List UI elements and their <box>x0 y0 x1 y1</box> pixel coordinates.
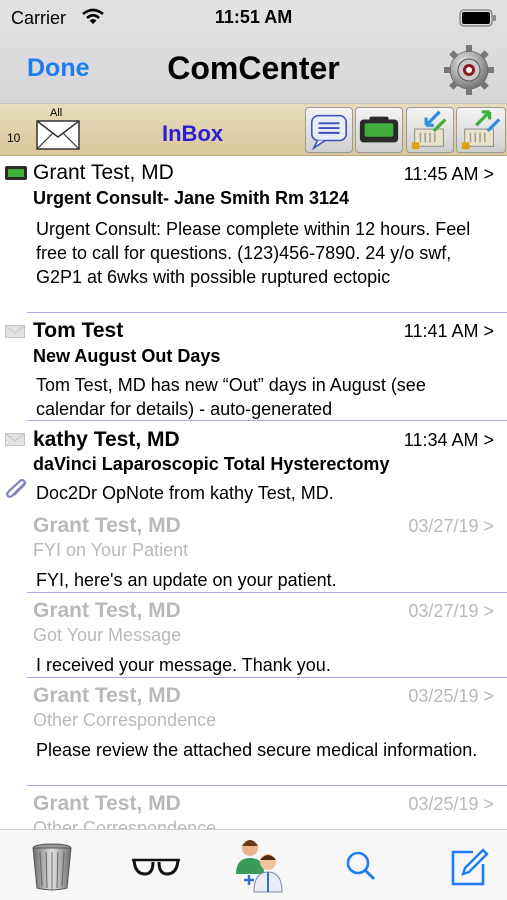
list-item[interactable]: Grant Test, MD 03/25/19 > Other Correspo… <box>0 787 507 829</box>
page-title: ComCenter <box>167 50 340 86</box>
pager-icon <box>359 116 399 143</box>
pager-button[interactable] <box>355 107 403 153</box>
message-time: 11:41 AM > <box>403 321 494 341</box>
folder-toolbar: 10 All InBox <box>0 104 507 156</box>
message-sender: Grant Test, MD <box>33 792 181 815</box>
glasses-icon <box>132 858 180 876</box>
incoming-transfer-icon <box>411 110 447 150</box>
message-preview: FYI, here's an update on your patient. <box>36 570 337 590</box>
message-count: 10 <box>7 131 21 145</box>
message-time: 03/27/19 > <box>408 601 494 621</box>
message-time: 11:34 AM > <box>403 430 494 450</box>
message-subject: FYI on Your Patient <box>33 540 189 560</box>
message-preview: Urgent Consult: Please complete within 1… <box>36 219 471 287</box>
compose-button[interactable] <box>449 842 489 892</box>
compose-icon <box>451 848 489 886</box>
outgoing-transfer-icon <box>461 110 501 150</box>
message-subject: daVinci Laparoscopic Total Hysterectomy <box>33 454 390 474</box>
message-sender: Grant Test, MD <box>33 684 181 707</box>
message-preview: Doc2Dr OpNote from kathy Test, MD. <box>36 483 334 503</box>
message-subject: New August Out Days <box>33 346 221 366</box>
divider <box>27 677 507 678</box>
message-list: Grant Test, MD 11:45 AM > Urgent Consult… <box>0 157 507 829</box>
doctors-icon <box>236 840 283 893</box>
battery-icon <box>459 9 496 27</box>
message-subject: Other Correspondence <box>33 710 217 730</box>
message-sender: Grant Test, MD <box>33 161 174 184</box>
message-bubble-icon <box>311 114 347 151</box>
message-subject: Other Correspondence <box>33 818 217 829</box>
top-bar: Carrier 11:51 AM Done ComCenter <box>0 0 507 104</box>
status-bar: Carrier 11:51 AM <box>0 0 507 36</box>
message-preview: I received your message. Thank you. <box>36 655 331 675</box>
list-item[interactable]: Grant Test, MD 03/27/19 > Got Your Messa… <box>0 594 507 679</box>
message-sender: Grant Test, MD <box>33 514 181 537</box>
list-item[interactable]: Tom Test 11:41 AM > New August Out Days … <box>0 313 507 421</box>
glasses-button[interactable] <box>130 842 182 892</box>
message-preview: Please review the attached secure medica… <box>36 740 478 760</box>
paperclip-icon <box>6 479 27 498</box>
trash-icon <box>32 843 72 891</box>
outgoing-transfer-button[interactable] <box>456 107 506 153</box>
incoming-transfer-button[interactable] <box>406 107 454 153</box>
search-icon <box>346 851 376 881</box>
message-time: 03/27/19 > <box>408 516 494 536</box>
divider <box>27 592 507 593</box>
message-time: 11:45 AM > <box>403 164 494 184</box>
list-item[interactable]: Grant Test, MD 03/25/19 > Other Correspo… <box>0 679 507 787</box>
all-label: All <box>50 107 63 119</box>
gear-icon[interactable] <box>443 44 495 96</box>
message-sender: kathy Test, MD <box>33 428 180 451</box>
list-item[interactable]: Grant Test, MD 03/27/19 > FYI on Your Pa… <box>0 508 507 594</box>
divider <box>27 785 507 786</box>
envelope-icon <box>5 325 25 338</box>
message-time: 03/25/19 > <box>408 794 494 814</box>
message-bubble-button[interactable] <box>305 107 353 153</box>
bottom-tab-bar <box>0 829 507 900</box>
status-time: 11:51 AM <box>214 7 293 27</box>
message-subject: Urgent Consult- Jane Smith Rm 3124 <box>33 188 350 208</box>
message-preview: Tom Test, MD has new “Out” days in Augus… <box>36 375 426 419</box>
pager-icon <box>5 166 27 180</box>
list-item[interactable]: Grant Test, MD 11:45 AM > Urgent Consult… <box>0 157 507 313</box>
message-sender: Grant Test, MD <box>33 599 181 622</box>
message-sender: Tom Test <box>33 319 124 342</box>
message-time: 03/25/19 > <box>408 686 494 706</box>
search-button[interactable] <box>345 842 377 892</box>
trash-button[interactable] <box>30 842 74 892</box>
inbox-label[interactable]: InBox <box>162 121 223 147</box>
list-item[interactable]: kathy Test, MD 11:34 AM > daVinci Laparo… <box>0 421 507 508</box>
doctors-button[interactable] <box>234 836 286 894</box>
envelope-icon <box>5 433 25 446</box>
all-mail-envelope-icon[interactable] <box>36 120 80 150</box>
message-subject: Got Your Message <box>33 625 182 645</box>
